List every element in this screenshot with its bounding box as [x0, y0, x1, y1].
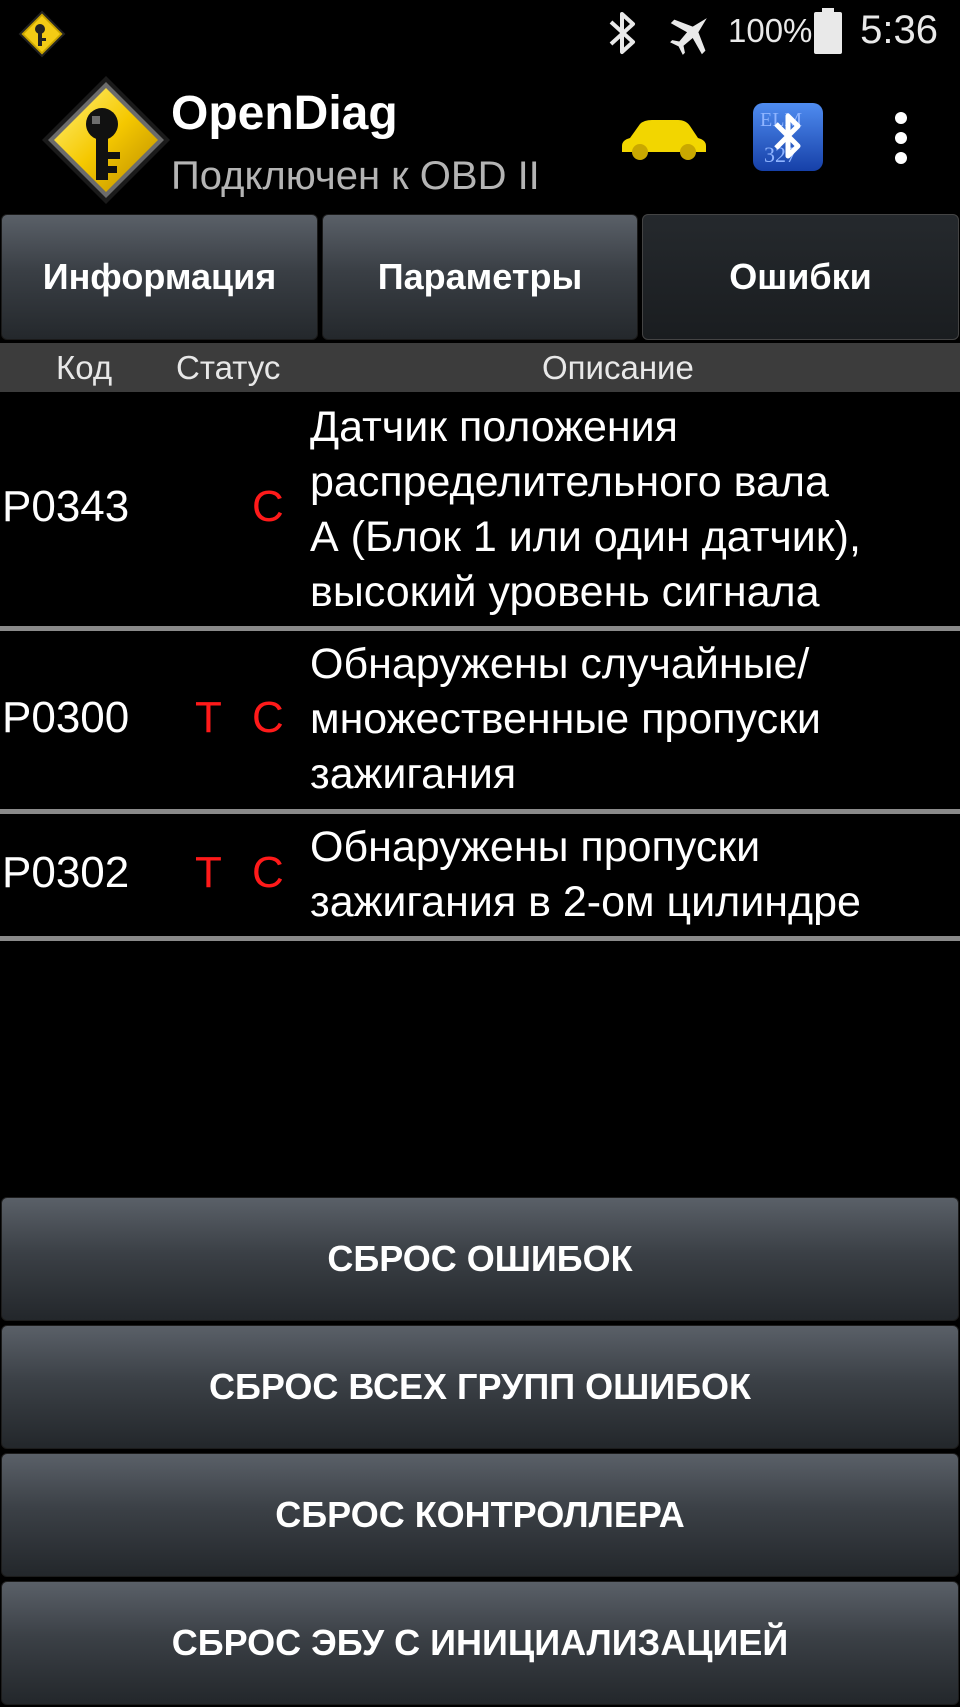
tab-bar: Информация Параметры Ошибки	[0, 212, 960, 342]
error-code: P0300	[2, 693, 130, 742]
error-description: Обнаружены случайные/ множественные проп…	[310, 637, 960, 802]
bluetooth-icon	[609, 12, 635, 54]
elm327-bluetooth-icon[interactable]: ELM 327	[752, 102, 824, 172]
overflow-menu-icon[interactable]	[888, 110, 914, 166]
app-title: OpenDiag	[171, 87, 398, 140]
header-code: Код	[56, 349, 113, 386]
reset-ecu-init-button[interactable]: СБРОС ЭБУ С ИНИЦИАЛИЗАЦИЕЙ	[1, 1581, 959, 1705]
header-description: Описание	[542, 349, 694, 386]
action-bar: OpenDiag Подключен к OBD II ELM 327	[0, 66, 960, 212]
error-code: P0302	[2, 848, 130, 897]
error-row[interactable]: P0300 T C Обнаружены случайные/ множеств…	[0, 631, 960, 809]
error-description-line: А (Блок 1 или один датчик),	[310, 513, 861, 561]
error-description: Датчик положения распределительного вала…	[310, 400, 960, 620]
connection-status: Подключен к OBD II	[171, 154, 540, 198]
tab-parameters[interactable]: Параметры	[322, 214, 638, 340]
reset-controller-button[interactable]: СБРОС КОНТРОЛЛЕРА	[1, 1453, 959, 1577]
car-icon[interactable]	[618, 116, 708, 162]
error-code: P0343	[2, 482, 130, 531]
error-table-header: Код Статус Описание	[0, 343, 960, 392]
battery-icon	[814, 8, 842, 54]
error-description-line: распределительного вала	[310, 458, 829, 506]
error-description-line: множественные пропуски	[310, 695, 821, 743]
reset-all-groups-button[interactable]: СБРОС ВСЕХ ГРУПП ОШИБОК	[1, 1325, 959, 1449]
error-description-line: Датчик положения	[310, 403, 678, 451]
error-row[interactable]: P0343 C Датчик положения распределительн…	[0, 392, 960, 626]
error-description-line: Обнаружены пропуски	[310, 823, 761, 871]
airplane-mode-icon	[670, 18, 707, 55]
header-status: Статус	[176, 349, 281, 386]
error-status-c: C	[252, 482, 284, 531]
error-description-line: Обнаружены случайные/	[310, 640, 810, 688]
status-bar: 100% 5:36	[0, 0, 960, 66]
error-status-c: C	[252, 848, 284, 897]
reset-errors-button[interactable]: СБРОС ОШИБОК	[1, 1197, 959, 1321]
error-description-line: высокий уровень сигнала	[310, 568, 820, 616]
error-status-c: C	[252, 693, 284, 742]
error-status-t: T	[195, 848, 222, 897]
tab-errors[interactable]: Ошибки	[642, 214, 959, 340]
tab-information[interactable]: Информация	[1, 214, 318, 340]
error-description-line: зажигания	[310, 750, 517, 798]
error-description-line: зажигания в 2-ом цилиндре	[310, 878, 861, 926]
error-status-t: T	[195, 693, 222, 742]
error-description: Обнаружены пропуски зажигания в 2-ом цил…	[310, 820, 960, 930]
screen: 100% 5:36 OpenDiag Подключен к OBD II EL…	[0, 0, 960, 1707]
clock: 5:36	[860, 8, 938, 52]
battery-percent: 100%	[728, 12, 813, 49]
app-logo-icon	[42, 76, 170, 204]
error-row[interactable]: P0302 T C Обнаружены пропуски зажигания …	[0, 814, 960, 936]
row-divider	[0, 936, 960, 941]
opendiag-notification-icon	[18, 10, 66, 58]
